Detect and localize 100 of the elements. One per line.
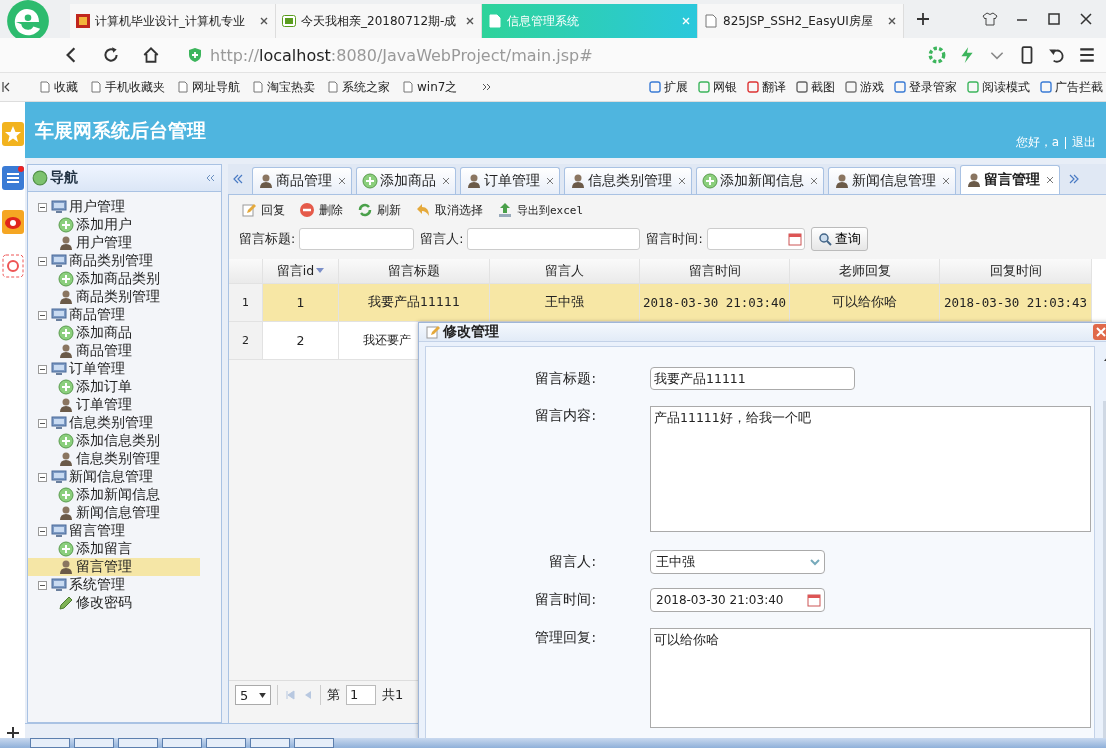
close-icon[interactable] xyxy=(259,16,269,26)
tree-item[interactable]: 新闻信息管理 xyxy=(28,504,200,522)
tree-item[interactable]: 添加信息类别 xyxy=(28,432,200,450)
toggle-icon[interactable] xyxy=(38,418,47,428)
browser-tab[interactable]: 今天我相亲_20180712期-成 xyxy=(276,4,482,38)
close-icon[interactable] xyxy=(887,16,897,26)
tree-item[interactable]: 订单管理 xyxy=(28,396,200,414)
toolbar-button[interactable]: 删除 xyxy=(295,199,347,221)
browser-tab[interactable]: 825JSP_SSH2_EasyUI房屋 xyxy=(698,4,904,38)
bookmark-item[interactable]: 网址导航 xyxy=(174,78,243,96)
column-header[interactable]: 留言标题 xyxy=(339,259,490,284)
tree-group[interactable]: 系统管理 xyxy=(69,576,125,594)
bookmark-item[interactable]: 收藏 xyxy=(36,78,81,96)
toolbar-tool[interactable]: 广告拦截 xyxy=(1037,78,1106,96)
page-size-select[interactable]: 5 xyxy=(235,685,271,705)
toggle-icon[interactable] xyxy=(38,310,47,320)
speed-icon[interactable] xyxy=(928,46,946,64)
shirt-icon[interactable] xyxy=(982,11,998,27)
toggle-icon[interactable] xyxy=(38,256,47,266)
calendar-icon[interactable] xyxy=(787,232,802,246)
text-area[interactable]: 产品11111好，给我一个吧 xyxy=(650,406,1091,532)
table-cell: 我要产品11111 xyxy=(339,284,490,322)
toggle-icon[interactable] xyxy=(38,526,47,536)
bookmark-item[interactable]: 系统之家 xyxy=(324,78,393,96)
toolbar-tool[interactable]: 登录管家 xyxy=(891,78,960,96)
tree-group[interactable]: 订单管理 xyxy=(69,360,125,378)
select-field[interactable]: 王中强 xyxy=(650,550,825,574)
tree-item[interactable]: 修改密码 xyxy=(28,594,200,612)
tree-item[interactable]: 添加订单 xyxy=(28,378,200,396)
add-icon[interactable] xyxy=(5,726,20,740)
collapse-icon[interactable] xyxy=(205,173,215,183)
toolbar-tool[interactable]: 游戏 xyxy=(842,78,887,96)
tree-item[interactable]: 添加新闻信息 xyxy=(28,486,200,504)
tree-item[interactable]: 添加留言 xyxy=(28,540,200,558)
menu-icon[interactable] xyxy=(1078,46,1096,64)
toggle-icon[interactable] xyxy=(38,472,47,482)
tab[interactable]: 信息类别管理 xyxy=(564,167,692,194)
undo-icon[interactable] xyxy=(1048,46,1066,64)
browser-tab[interactable]: 计算机毕业设计_计算机专业 xyxy=(70,4,276,38)
date-field[interactable]: 2018-03-30 21:03:40 xyxy=(650,588,825,612)
toggle-icon[interactable] xyxy=(38,202,47,212)
bookmark-item[interactable]: 手机收藏夹 xyxy=(87,78,168,96)
tree-group[interactable]: 用户管理 xyxy=(69,198,125,216)
column-header[interactable]: 老师回复 xyxy=(790,259,940,284)
more-icon[interactable] xyxy=(482,82,493,92)
tab[interactable]: 留言管理 xyxy=(960,165,1060,194)
tree-group[interactable]: 留言管理 xyxy=(69,522,125,540)
close-icon[interactable] xyxy=(465,16,475,26)
home-icon[interactable] xyxy=(142,46,160,64)
tree-item[interactable]: 留言管理 xyxy=(28,558,200,576)
reload-icon[interactable] xyxy=(102,46,120,64)
tree-item[interactable]: 用户管理 xyxy=(28,234,200,252)
tree-item[interactable]: 添加用户 xyxy=(28,216,200,234)
tree-item[interactable]: 信息类别管理 xyxy=(28,450,200,468)
text-area[interactable]: 可以给你哈 xyxy=(650,628,1091,728)
toolbar-tool[interactable]: 网银 xyxy=(695,78,740,96)
toggle-icon[interactable] xyxy=(38,364,47,374)
new-tab-icon[interactable] xyxy=(916,12,930,26)
column-header[interactable]: 回复时间 xyxy=(940,259,1092,284)
toolbar-tool[interactable]: 扩展 xyxy=(646,78,691,96)
chevron-icon[interactable] xyxy=(809,556,821,568)
tab[interactable]: 订单管理 xyxy=(460,167,560,194)
column-header[interactable]: 留言id xyxy=(263,259,339,284)
tree-group[interactable]: 商品管理 xyxy=(69,306,125,324)
tab[interactable]: 商品管理 xyxy=(252,167,352,194)
toolbar-button[interactable]: 导出到excel xyxy=(493,200,588,220)
tree-group[interactable]: 新闻信息管理 xyxy=(69,468,153,486)
toolbar-tool[interactable]: 翻译 xyxy=(744,78,789,96)
toolbar-tool[interactable]: 阅读模式 xyxy=(964,78,1033,96)
list-icon[interactable] xyxy=(1,166,24,190)
input-field[interactable] xyxy=(467,228,641,250)
title-field[interactable]: 我要产品11111 xyxy=(650,367,855,390)
tab[interactable]: 添加新闻信息 xyxy=(696,167,824,194)
tree-item[interactable]: 添加商品 xyxy=(28,324,200,342)
bookmark-item[interactable]: win7之 xyxy=(399,78,461,96)
close-icon[interactable] xyxy=(1078,11,1094,27)
tab[interactable]: 添加商品 xyxy=(356,167,456,194)
date-field[interactable] xyxy=(706,228,805,250)
add-icon xyxy=(58,487,74,503)
toolbar-button[interactable]: 回复 xyxy=(237,199,289,221)
tab[interactable]: 新闻信息管理 xyxy=(828,167,956,194)
calendar-icon[interactable] xyxy=(807,593,821,607)
maximize-icon[interactable] xyxy=(1046,11,1062,27)
toolbar-button[interactable]: 取消选择 xyxy=(411,199,487,221)
toolbar-button[interactable]: 刷新 xyxy=(353,199,405,221)
tree-item[interactable]: 添加商品类别 xyxy=(28,270,200,288)
sidebar-toggle-icon[interactable] xyxy=(2,81,12,93)
tree-group[interactable]: 信息类别管理 xyxy=(69,414,153,432)
tree-group[interactable]: 商品类别管理 xyxy=(69,252,153,270)
toggle-icon[interactable] xyxy=(38,580,47,590)
toolbar-tool[interactable]: 截图 xyxy=(793,78,838,96)
eye-icon[interactable] xyxy=(1,210,24,234)
page-field[interactable]: 1 xyxy=(346,685,376,705)
tree-item[interactable]: 商品管理 xyxy=(28,342,200,360)
input-field[interactable] xyxy=(299,228,415,250)
column-header[interactable]: 留言时间 xyxy=(640,259,790,284)
search-button[interactable]: 查询 xyxy=(810,227,868,251)
column-header[interactable]: 留言人 xyxy=(490,259,640,284)
tree-item[interactable]: 商品类别管理 xyxy=(28,288,200,306)
bookmark-item[interactable]: 淘宝热卖 xyxy=(249,78,318,96)
